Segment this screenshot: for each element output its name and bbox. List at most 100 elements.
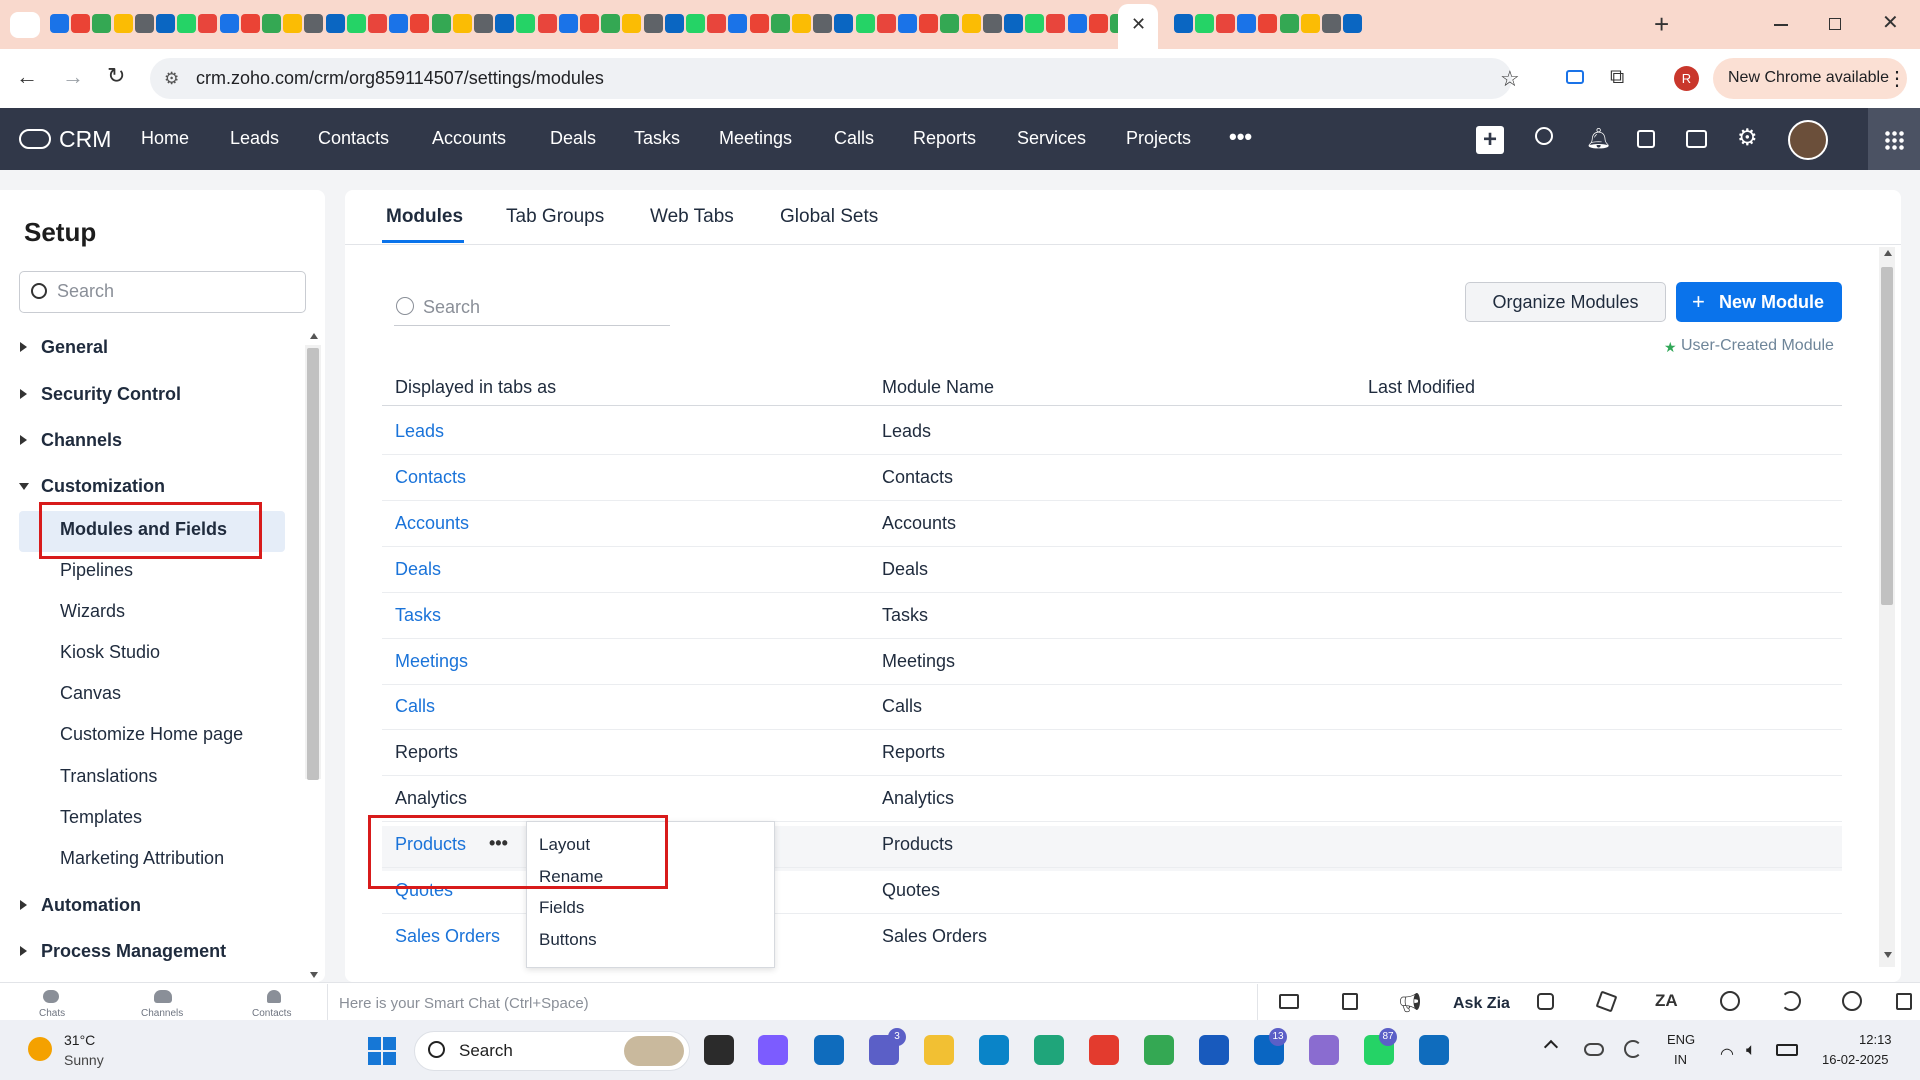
language-line1[interactable]: ENG [1667,1032,1695,1047]
tab-favicon[interactable] [50,14,69,33]
tab-favicon[interactable] [453,14,472,33]
weather-sun-icon[interactable] [28,1037,52,1061]
volume-icon[interactable]: 🔈︎ [1746,1040,1756,1060]
tab-favicon[interactable] [1216,14,1235,33]
tab-favicon[interactable] [898,14,917,33]
tab-favicon[interactable] [262,14,281,33]
snipping-tool-icon[interactable] [1309,1035,1339,1065]
active-browser-tab[interactable]: ✕ [1118,4,1158,49]
tab-favicon[interactable] [1089,14,1108,33]
tab-favicon[interactable] [1343,14,1362,33]
contacts-icon[interactable] [267,990,281,1003]
tab-favicon[interactable] [877,14,896,33]
sidebar-item-canvas[interactable]: Canvas [60,683,121,704]
scroll-up-arrow-icon[interactable] [310,333,318,339]
organize-modules-button[interactable]: Organize Modules [1465,282,1666,322]
tab-favicon[interactable] [728,14,747,33]
tab-favicon[interactable] [220,14,239,33]
tab-favicon[interactable] [559,14,578,33]
wifi-icon[interactable]: ◠ [1720,1044,1734,1064]
tab-favicon[interactable] [665,14,684,33]
tab-favicon[interactable] [580,14,599,33]
tab-favicon[interactable] [834,14,853,33]
tab-favicon[interactable] [538,14,557,33]
sidebar-item-translations[interactable]: Translations [60,766,157,787]
tab-favicon[interactable] [1068,14,1087,33]
sync-icon[interactable] [1624,1040,1642,1058]
microsoft-store-icon[interactable] [814,1035,844,1065]
expand-arrow-icon[interactable] [20,389,27,399]
menu-item-fields[interactable]: Fields [539,898,584,918]
tab-tab-groups[interactable]: Tab Groups [506,206,604,228]
nav-item-contacts[interactable]: Contacts [318,128,389,149]
tab-name-cell[interactable]: Contacts [395,467,466,488]
back-icon[interactable]: ← [16,64,38,90]
notification-bell-icon[interactable]: 🔔︎ [1586,126,1611,151]
tab-favicon[interactable] [622,14,641,33]
tab-favicon[interactable] [410,14,429,33]
screencast-icon[interactable] [1566,70,1584,84]
apps-grid-button[interactable] [1868,108,1920,170]
new-chrome-available-button[interactable]: New Chrome available ⋮ [1713,58,1907,99]
tab-favicon[interactable] [750,14,769,33]
close-tab-icon[interactable]: ✕ [1131,14,1146,35]
tab-favicon[interactable] [707,14,726,33]
sidebar-item-pipelines[interactable]: Pipelines [60,560,133,581]
tab-favicon[interactable] [474,14,493,33]
sidebar-section-security[interactable]: Security Control [41,384,181,405]
minimize-icon[interactable] [1774,24,1788,26]
tab-modules[interactable]: Modules [386,206,463,228]
outlook-icon[interactable] [1419,1035,1449,1065]
tab-favicon[interactable] [114,14,133,33]
new-tab-icon[interactable]: + [1654,9,1669,40]
create-new-icon[interactable]: + [1476,126,1504,154]
feedback-icon[interactable] [1896,993,1912,1010]
tab-favicon[interactable] [686,14,705,33]
activity-icon[interactable] [1537,993,1554,1010]
sidebar-section-channels[interactable]: Channels [41,430,122,451]
tab-name-cell[interactable]: Sales Orders [395,926,500,947]
new-module-button[interactable]: + New Module [1676,282,1842,322]
tab-favicon[interactable] [1301,14,1320,33]
tab-name-cell[interactable]: Meetings [395,651,468,672]
sidebar-item-templates[interactable]: Templates [60,807,142,828]
site-info-icon[interactable]: ⚙ [164,69,179,89]
weather-temperature[interactable]: 31°C [64,1032,95,1048]
clock-time[interactable]: 12:13 [1859,1032,1892,1047]
clock-date[interactable]: 16-02-2025 [1822,1052,1889,1067]
chats-label[interactable]: Chats [39,1008,65,1019]
tab-favicon[interactable] [135,14,154,33]
extensions-icon[interactable]: ⧉ [1610,66,1624,89]
battery-icon[interactable] [1776,1044,1798,1056]
scroll-down-arrow-icon[interactable] [1884,952,1892,958]
menu-item-buttons[interactable]: Buttons [539,930,597,950]
contacts-label[interactable]: Contacts [252,1008,291,1019]
tab-name-cell[interactable]: Leads [395,421,444,442]
weather-description[interactable]: Sunny [64,1052,104,1068]
accessibility-icon[interactable] [1842,991,1862,1011]
tab-favicon[interactable] [156,14,175,33]
collapse-arrow-icon[interactable] [19,483,29,490]
tab-favicon[interactable] [368,14,387,33]
crm-logo-text[interactable]: CRM [59,126,111,153]
nav-item-deals[interactable]: Deals [550,128,596,149]
expand-arrow-icon[interactable] [20,342,27,352]
main-scroll-thumb[interactable] [1881,267,1893,605]
zia-icon[interactable]: ZA [1655,991,1678,1011]
expand-arrow-icon[interactable] [20,900,27,910]
announcement-icon[interactable]: 📢︎ [1398,991,1422,1015]
restore-icon[interactable] [1829,18,1841,30]
tab-favicon[interactable] [1258,14,1277,33]
smart-chat-input[interactable]: Here is your Smart Chat (Ctrl+Space) [339,995,589,1012]
tab-favicon[interactable] [71,14,90,33]
settings-gear-icon[interactable]: ⚙ [1737,124,1758,151]
tab-name-cell[interactable]: Deals [395,559,441,580]
sidebar-section-customization[interactable]: Customization [41,476,165,497]
bookmark-star-icon[interactable]: ☆ [1500,66,1520,92]
tab-favicon[interactable] [1004,14,1023,33]
sidebar-scroll-thumb[interactable] [307,348,319,780]
wps-office-icon[interactable] [1089,1035,1119,1065]
module-search-input[interactable]: Search [423,297,480,318]
url-text[interactable]: crm.zoho.com/crm/org859114507/settings/m… [196,68,604,89]
sidebar-section-automation[interactable]: Automation [41,895,141,916]
